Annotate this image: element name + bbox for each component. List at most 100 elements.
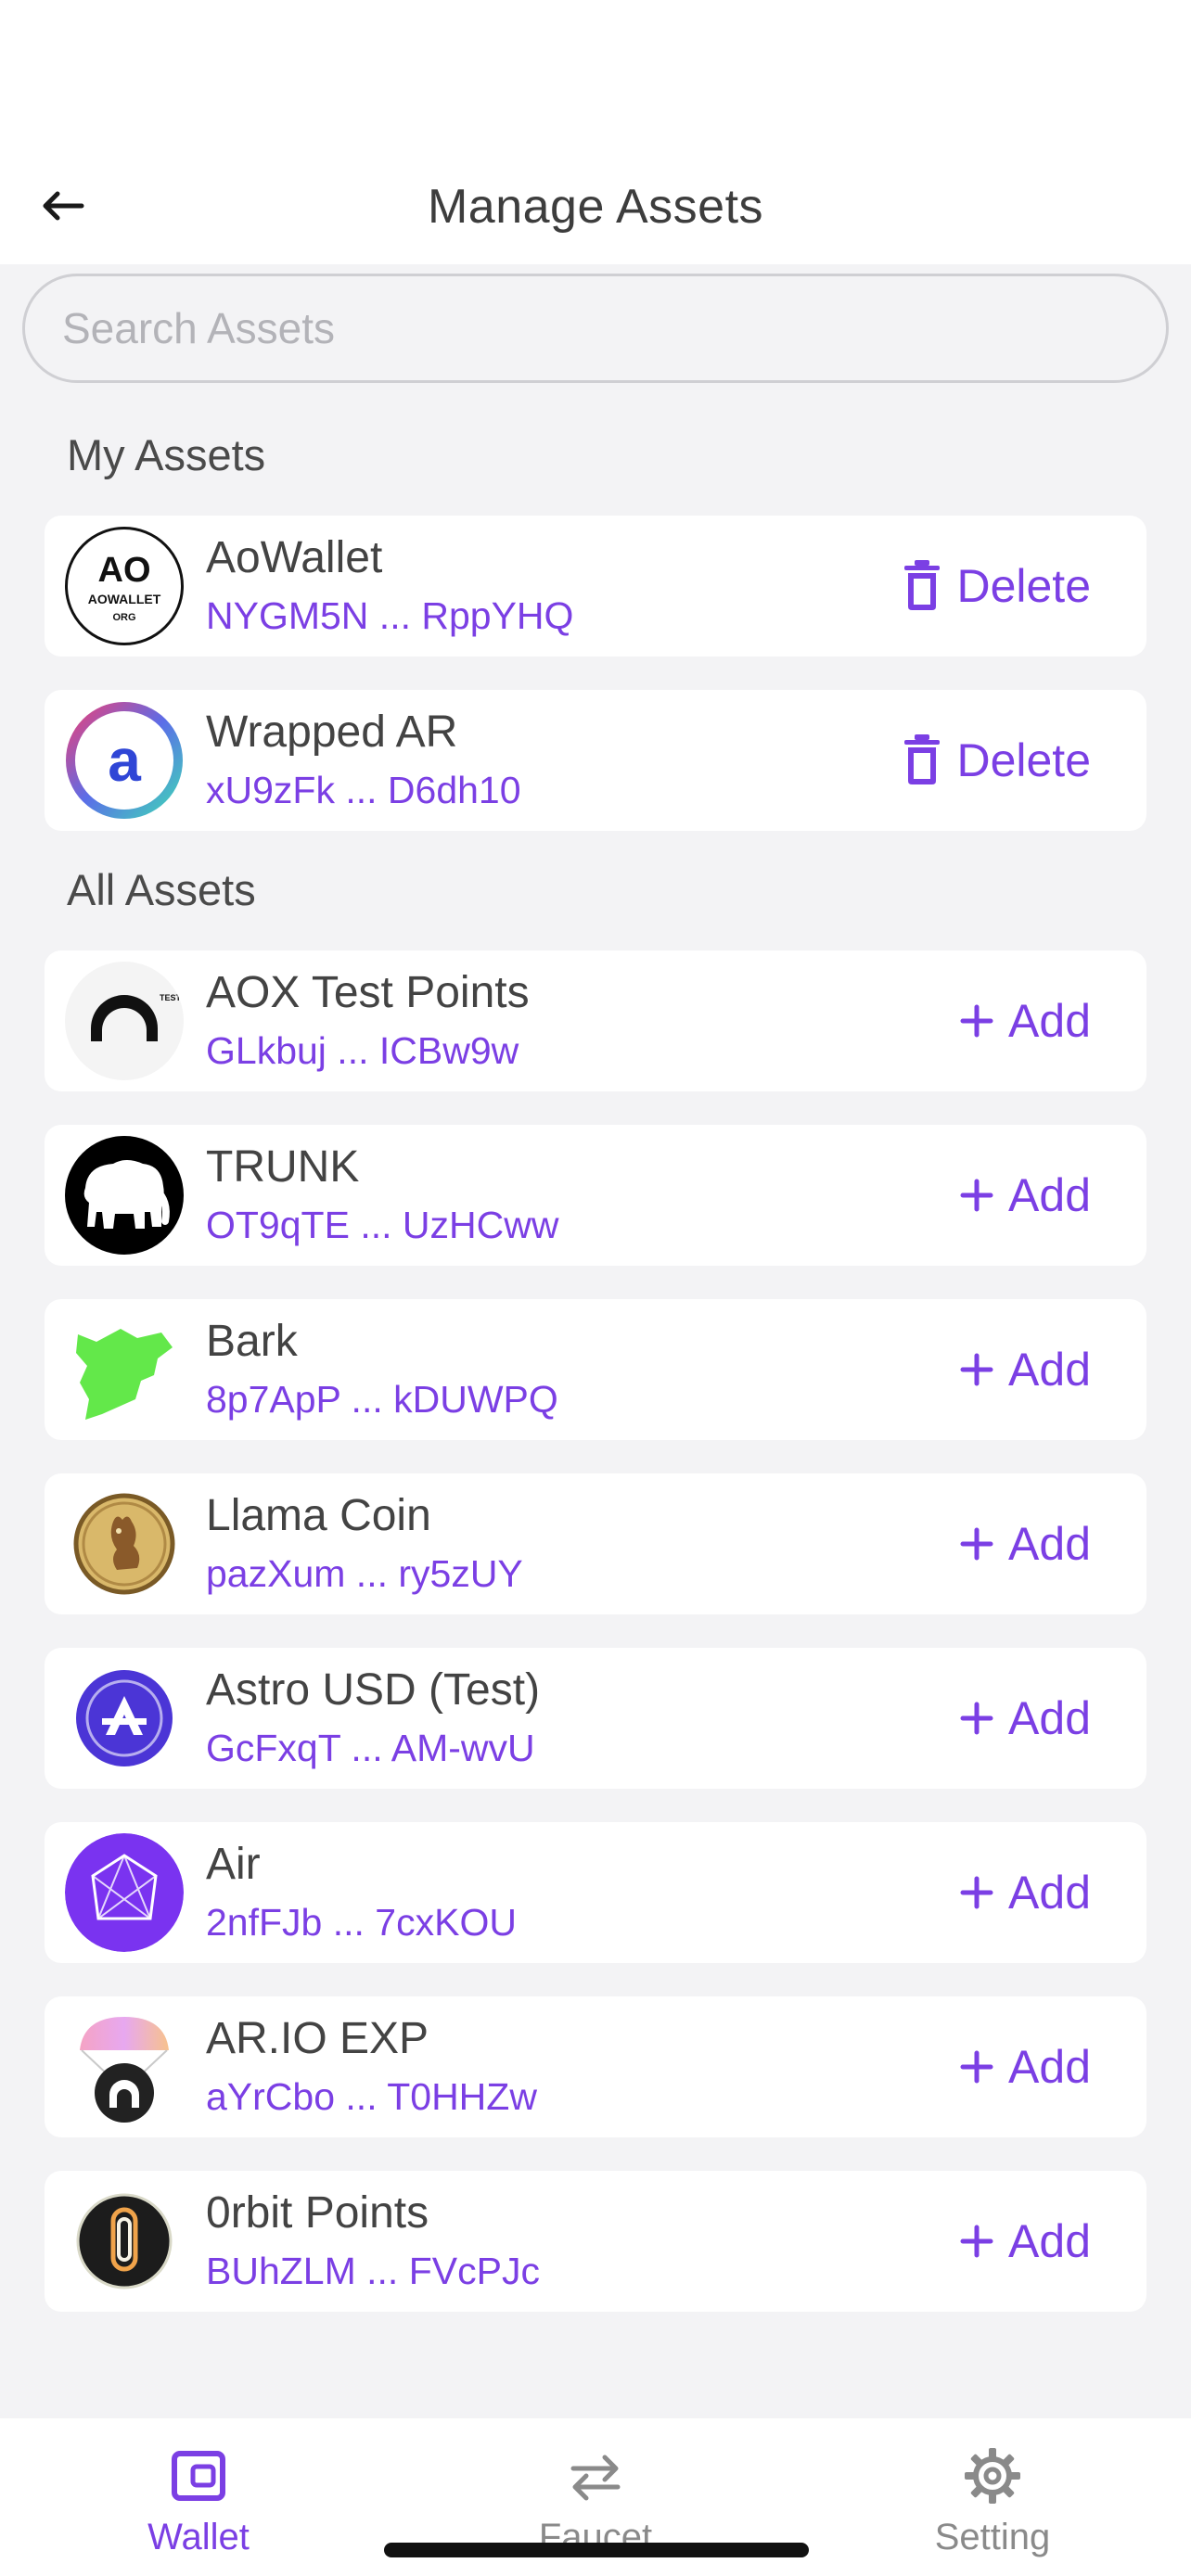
asset-name: AoWallet [206,533,383,582]
tab-label: Setting [934,2517,1051,2557]
wrapped-ar-letter: a [108,727,141,794]
swap-arrows-icon [570,2455,621,2501]
asset-info: Wrapped AR xU9zFk ... D6dh10 [206,705,903,816]
header: Manage Assets [0,148,1191,264]
back-button[interactable] [33,176,93,236]
bark-logo [65,1310,184,1429]
asset-row-bark: Bark 8p7ApP ... kDUWPQ Add [45,1299,1146,1440]
asset-row-astro-usd: Astro USD (Test) GcFxqT ... AM-wvU Add [45,1648,1146,1789]
add-button[interactable]: Add [960,1168,1126,1222]
delete-label: Delete [956,560,1091,612]
wrapped-ar-logo: a [65,701,184,820]
add-button[interactable]: Add [960,1866,1126,1919]
trash-icon [904,560,941,610]
asset-row-air: Air 2nfFJb ... 7cxKOU Add [45,1822,1146,1963]
asset-info: Astro USD (Test) GcFxqT ... AM-wvU [206,1663,960,1774]
search-input[interactable] [22,274,1169,383]
aowallet-logo: AO AOWALLET ORG [65,527,184,645]
trash-icon [904,734,941,784]
tab-setting[interactable]: Setting [853,2418,1132,2558]
asset-name: Bark [206,1317,298,1366]
asset-info: TRUNK OT9qTE ... UzHCww [206,1140,960,1251]
asset-row-ario-exp: AR.IO EXP aYrCbo ... T0HHZw Add [45,1996,1146,2137]
asset-info: AoWallet NYGM5N ... RppYHQ [206,530,903,642]
asset-name: 0rbit Points [206,2188,429,2238]
add-label: Add [1008,1692,1091,1744]
orbit-logo [65,2182,184,2301]
section-title-all-assets: All Assets [67,865,256,914]
asset-address: BUhZLM ... FVcPJc [206,2250,540,2292]
plus-icon [960,2050,993,2084]
add-label: Add [1008,995,1091,1047]
all-assets-list: TEST AOX Test Points GLkbuj ... ICBw9w A… [0,950,1191,2312]
plus-icon [960,1527,993,1561]
aowallet-logo-subtext: ORG [112,612,135,623]
status-bar-area [0,0,1191,148]
add-label: Add [1008,1344,1091,1396]
asset-name: AOX Test Points [206,968,530,1017]
asset-address: 8p7ApP ... kDUWPQ [206,1378,558,1421]
asset-address: NYGM5N ... RppYHQ [206,594,574,637]
asset-address: GcFxqT ... AM-wvU [206,1727,535,1769]
asset-info: Llama Coin pazXum ... ry5zUY [206,1488,960,1600]
asset-address: GLkbuj ... ICBw9w [206,1029,519,1072]
add-label: Add [1008,1867,1091,1919]
home-indicator [384,2543,809,2557]
tab-faucet[interactable]: Faucet [456,2418,735,2558]
plus-icon [960,1353,993,1386]
add-button[interactable]: Add [960,2214,1126,2268]
asset-info: 0rbit Points BUhZLM ... FVcPJc [206,2186,960,2297]
asset-row-orbit-points: 0rbit Points BUhZLM ... FVcPJc Add [45,2171,1146,2312]
llama-coin-logo [65,1485,184,1603]
aox-logo-text: TEST [160,993,182,1002]
asset-address: aYrCbo ... T0HHZw [206,2075,537,2118]
add-button[interactable]: Add [960,994,1126,1048]
plus-icon [960,1004,993,1038]
asset-row-aowallet: AO AOWALLET ORG AoWallet NYGM5N ... RppY… [45,516,1146,657]
asset-row-aox-test-points: TEST AOX Test Points GLkbuj ... ICBw9w A… [45,950,1146,1091]
trunk-elephant-logo [65,1136,184,1255]
search-container [0,264,1191,383]
page-title: Manage Assets [427,179,764,234]
add-label: Add [1008,1518,1091,1570]
asset-name: Llama Coin [206,1491,431,1540]
asset-row-llama-coin: Llama Coin pazXum ... ry5zUY Add [45,1473,1146,1614]
wallet-icon [172,2451,225,2501]
tab-label: Wallet [147,2517,250,2557]
tab-wallet[interactable]: Wallet [59,2418,338,2558]
asset-name: Air [206,1840,261,1889]
plus-icon [960,1702,993,1735]
asset-info: AOX Test Points GLkbuj ... ICBw9w [206,965,960,1077]
plus-icon [960,1179,993,1212]
add-button[interactable]: Add [960,2040,1126,2094]
main-content: My Assets AO AOWALLET ORG AoWallet NYGM5… [0,264,1191,2345]
asset-address: OT9qTE ... UzHCww [206,1204,559,1246]
aowallet-logo-mark: AO [98,551,151,590]
aowallet-logo-text: AOWALLET [88,592,161,606]
asset-address: xU9zFk ... D6dh10 [206,769,521,811]
asset-address: 2nfFJb ... 7cxKOU [206,1901,517,1944]
asset-row-trunk: TRUNK OT9qTE ... UzHCww Add [45,1125,1146,1266]
delete-label: Delete [956,734,1091,786]
astro-logo [65,1659,184,1778]
add-label: Add [1008,1169,1091,1221]
air-logo [65,1833,184,1952]
asset-info: Bark 8p7ApP ... kDUWPQ [206,1314,960,1425]
aox-logo: TEST [65,962,184,1080]
asset-row-wrapped-ar: a Wrapped AR xU9zFk ... D6dh10 Delete [45,690,1146,831]
my-assets-list: AO AOWALLET ORG AoWallet NYGM5N ... RppY… [0,516,1191,831]
delete-button[interactable]: Delete [903,559,1126,613]
add-label: Add [1008,2215,1091,2267]
add-button[interactable]: Add [960,1343,1126,1396]
add-button[interactable]: Add [960,1517,1126,1571]
asset-name: TRUNK [206,1142,360,1192]
asset-address: pazXum ... ry5zUY [206,1552,523,1595]
delete-button[interactable]: Delete [903,733,1126,787]
arrow-left-icon [43,191,84,221]
asset-name: Astro USD (Test) [206,1665,541,1715]
asset-info: AR.IO EXP aYrCbo ... T0HHZw [206,2011,960,2123]
ario-logo [65,2008,184,2126]
asset-name: AR.IO EXP [206,2014,429,2063]
section-title-my-assets: My Assets [67,430,266,479]
add-button[interactable]: Add [960,1691,1126,1745]
